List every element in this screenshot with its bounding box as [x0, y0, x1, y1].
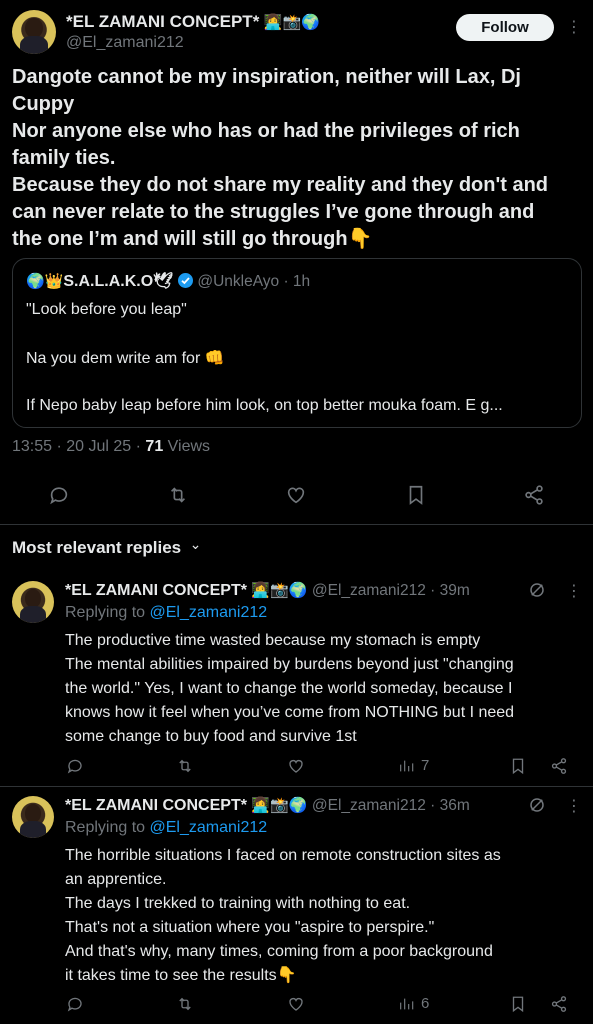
reply-line: knows how it feel when you’ve come from … [65, 704, 515, 721]
tweet-action-bar [0, 484, 593, 508]
bookmark-icon[interactable] [509, 757, 527, 775]
reply-line: The productive time wasted because my st… [65, 632, 481, 649]
author-handle[interactable]: @El_zamani212 [66, 34, 184, 52]
share-icon[interactable] [550, 757, 568, 775]
share-icon[interactable] [523, 484, 545, 506]
chevron-down-icon: ⌄ [189, 536, 202, 552]
reply-header: *EL ZAMANI CONCEPT* 👩‍💻📸🌍 @El_zamani212 … [65, 581, 470, 600]
reply-line: an apprentice. [65, 871, 167, 888]
reply-author-name[interactable]: *EL ZAMANI CONCEPT* [65, 797, 247, 814]
tweet-line: Cuppy [12, 93, 75, 115]
author-name[interactable]: *EL ZAMANI CONCEPT* [66, 12, 259, 31]
tweet-line: family ties. [12, 147, 116, 169]
reply-author-name[interactable]: *EL ZAMANI CONCEPT* [65, 582, 247, 599]
like-icon[interactable] [287, 757, 305, 775]
divider [0, 524, 593, 525]
reply-author-emojis: 👩‍💻📸🌍 [251, 581, 308, 599]
views-icon[interactable] [398, 996, 414, 1012]
views-count: 71 [145, 438, 164, 455]
author-emojis: 👩‍💻📸🌍 [263, 13, 320, 31]
reply-line: it takes time to see the results👇 [65, 967, 297, 984]
verified-badge-icon [177, 273, 193, 288]
reply-icon[interactable] [66, 757, 84, 775]
share-icon[interactable] [550, 995, 568, 1013]
reply-views-count: 6 [421, 995, 430, 1012]
reply-views-count: 7 [421, 757, 430, 774]
tweet-line: Nor anyone else who has or had the privi… [12, 120, 520, 142]
reply-text: The productive time wasted because my st… [65, 629, 585, 749]
bookmark-icon[interactable] [405, 484, 427, 506]
reply-avatar[interactable] [12, 796, 54, 838]
replying-to-handle[interactable]: @El_zamani212 [150, 819, 268, 836]
author-name-row[interactable]: *EL ZAMANI CONCEPT* 👩‍💻📸🌍 [66, 12, 320, 32]
reply-handle-time[interactable]: @El_zamani212 · 36m [312, 797, 470, 814]
bookmark-icon[interactable] [509, 995, 527, 1013]
reply-line: That's not a situation where you "aspire… [65, 919, 435, 936]
repost-icon[interactable] [175, 757, 195, 775]
quoted-author-row: 🌍👑S.A.L.A.K.O🕊 @UnkleAyo · 1h [26, 271, 310, 291]
like-icon[interactable] [285, 484, 307, 506]
tweet-line: can never relate to the struggles I’ve g… [12, 201, 535, 223]
quoted-handle-time: @UnkleAyo · 1h [197, 273, 311, 290]
more-options-icon[interactable]: ⋮ [566, 796, 582, 816]
replying-to: Replying to @El_zamani212 [65, 604, 267, 622]
like-icon[interactable] [287, 995, 305, 1013]
quoted-name-emojis: 🌍👑 [26, 272, 64, 290]
reply-icon[interactable] [48, 484, 70, 506]
reply-line: And that's why, many times, coming from … [65, 943, 493, 960]
reply-text: The horrible situations I faced on remot… [65, 844, 585, 988]
reply-icon[interactable] [66, 995, 84, 1013]
more-options-icon[interactable]: ⋮ [566, 17, 582, 37]
reply-handle-time[interactable]: @El_zamani212 · 39m [312, 582, 470, 599]
replying-to-handle[interactable]: @El_zamani212 [150, 604, 268, 621]
repost-icon[interactable] [166, 484, 190, 506]
tweet-time-date[interactable]: 13:55 · 20 Jul 25 · [12, 438, 145, 455]
reply-line: The mental abilities impaired by burdens… [65, 656, 514, 673]
divider [0, 786, 593, 787]
reply-action-bar: 6 [0, 995, 593, 1015]
tweet-line: Dangote cannot be my inspiration, neithe… [12, 66, 521, 88]
reply-avatar[interactable] [12, 581, 54, 623]
author-avatar[interactable] [12, 10, 56, 54]
quoted-tweet[interactable]: 🌍👑S.A.L.A.K.O🕊 @UnkleAyo · 1h "Look befo… [12, 258, 582, 428]
quoted-line: If Nepo baby leap before him look, on to… [26, 397, 503, 414]
reply-action-bar: 7 [0, 757, 593, 777]
views-label: Views [163, 438, 211, 455]
replying-to: Replying to @El_zamani212 [65, 819, 267, 837]
replies-section-title: Most relevant replies [12, 538, 182, 557]
quoted-line: Na you dem write am for 👊 [26, 350, 225, 367]
repost-icon[interactable] [175, 995, 195, 1013]
replies-sort-dropdown[interactable]: Most relevant replies ⌄ [12, 536, 202, 558]
tweet-line: the one I’m and will still go through👇 [12, 228, 373, 250]
follow-button[interactable]: Follow [456, 14, 554, 41]
reply-line: the world." Yes, I want to change the wo… [65, 680, 513, 697]
grok-icon[interactable] [528, 581, 546, 599]
reply-header: *EL ZAMANI CONCEPT* 👩‍💻📸🌍 @El_zamani212 … [65, 796, 470, 815]
more-options-icon[interactable]: ⋮ [566, 581, 582, 601]
replying-to-prefix: Replying to [65, 819, 150, 836]
tweet-text: Dangote cannot be my inspiration, neithe… [12, 64, 584, 253]
tweet-line: Because they do not share my reality and… [12, 174, 548, 196]
quoted-author-name[interactable]: S.A.L.A.K.O🕊 [63, 273, 173, 290]
reply-line: some change to buy food and survive 1st [65, 728, 357, 745]
reply-line: The horrible situations I faced on remot… [65, 847, 501, 864]
views-icon[interactable] [398, 758, 414, 774]
grok-icon[interactable] [528, 796, 546, 814]
reply-author-emojis: 👩‍💻📸🌍 [251, 796, 308, 814]
replying-to-prefix: Replying to [65, 604, 150, 621]
reply-line: The days I trekked to training with noth… [65, 895, 411, 912]
quoted-line: "Look before you leap" [26, 301, 187, 318]
tweet-meta: 13:55 · 20 Jul 25 · 71 Views [12, 438, 210, 456]
